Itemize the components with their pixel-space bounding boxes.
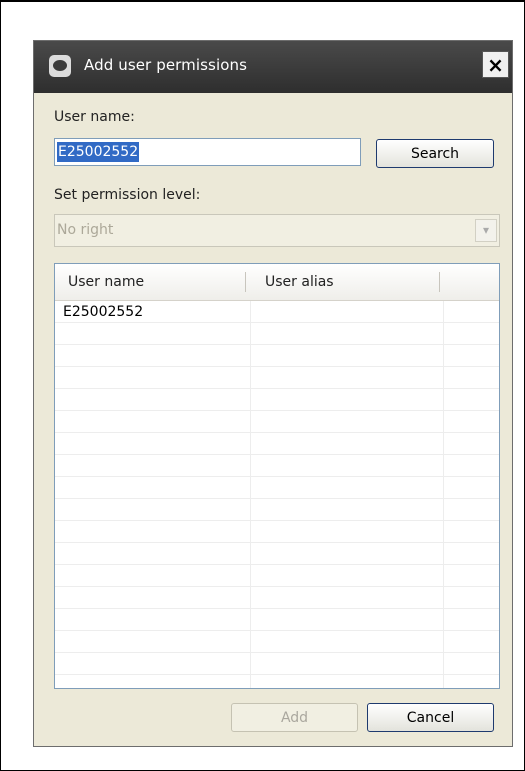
username-value: E25002552 bbox=[57, 142, 140, 162]
dialog-titlebar[interactable]: Add user permissions × bbox=[34, 41, 512, 93]
column-header-user-alias[interactable]: User alias bbox=[265, 274, 334, 290]
table-row bbox=[55, 521, 499, 543]
add-button-label: Add bbox=[280, 709, 309, 726]
app-icon bbox=[49, 55, 71, 77]
close-icon: × bbox=[487, 52, 504, 77]
search-button[interactable]: Search bbox=[376, 139, 494, 168]
cancel-button-label: Cancel bbox=[406, 709, 455, 726]
cell-user-name: E25002552 bbox=[63, 304, 144, 320]
dialog-title: Add user permissions bbox=[84, 56, 248, 74]
table-row bbox=[55, 543, 499, 565]
table-row bbox=[55, 323, 499, 345]
add-button[interactable]: Add bbox=[231, 703, 358, 732]
table-row bbox=[55, 367, 499, 389]
permission-level-label: Set permission level: bbox=[54, 187, 201, 203]
close-button[interactable]: × bbox=[482, 51, 509, 78]
table-rows: E25002552 bbox=[55, 301, 499, 688]
table-row[interactable]: E25002552 bbox=[55, 301, 499, 323]
table-row bbox=[55, 631, 499, 653]
chevron-down-icon[interactable]: ▾ bbox=[475, 219, 497, 242]
table-row bbox=[55, 477, 499, 499]
table-header: User name User alias bbox=[55, 264, 499, 301]
column-divider[interactable] bbox=[245, 272, 246, 292]
cancel-button[interactable]: Cancel bbox=[367, 703, 494, 732]
username-label: User name: bbox=[54, 109, 135, 125]
table-row bbox=[55, 609, 499, 631]
table-row bbox=[55, 345, 499, 367]
permission-level-value: No right bbox=[57, 222, 114, 238]
table-row bbox=[55, 411, 499, 433]
column-header-user-name[interactable]: User name bbox=[68, 274, 144, 290]
add-user-permissions-dialog: Add user permissions × User name: E25002… bbox=[33, 40, 513, 747]
table-row bbox=[55, 389, 499, 411]
search-button-label: Search bbox=[410, 145, 460, 162]
permission-level-select[interactable]: No right ▾ bbox=[54, 214, 500, 247]
table-row bbox=[55, 587, 499, 609]
table-row bbox=[55, 499, 499, 521]
users-table[interactable]: User name User alias E25002552 bbox=[54, 263, 500, 689]
table-row bbox=[55, 433, 499, 455]
table-row bbox=[55, 565, 499, 587]
table-row bbox=[55, 653, 499, 675]
username-input[interactable]: E25002552 bbox=[54, 138, 361, 166]
table-row bbox=[55, 455, 499, 477]
column-divider[interactable] bbox=[439, 272, 440, 292]
